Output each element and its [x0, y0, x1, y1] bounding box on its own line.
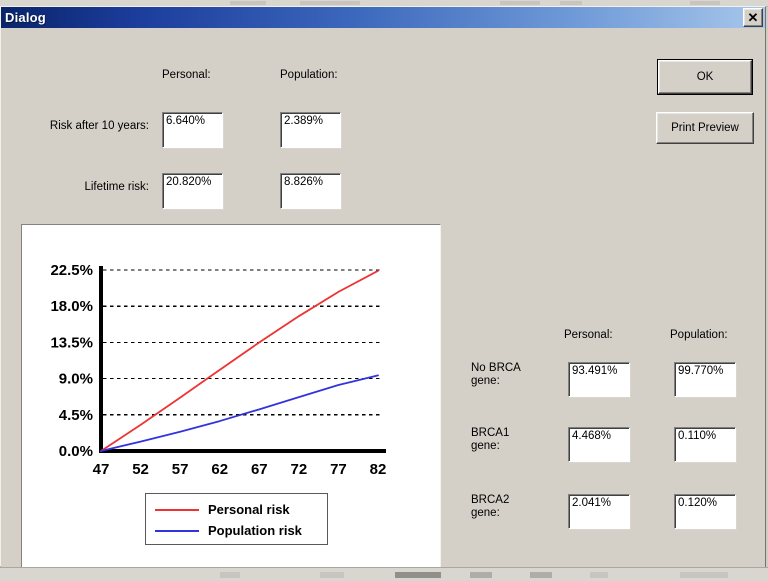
svg-text:72: 72	[291, 461, 308, 478]
gene-column-header-personal: Personal:	[564, 329, 613, 341]
svg-text:77: 77	[330, 461, 347, 478]
field-brca1-population[interactable]: 0.110%	[674, 427, 736, 462]
label-no-brca-gene-line2: gene:	[471, 375, 500, 387]
field-no-brca-personal[interactable]: 93.491%	[568, 362, 630, 397]
label-brca1-gene-line1: BRCA1	[471, 427, 510, 439]
field-risk-10y-population[interactable]: 2.389%	[280, 112, 341, 148]
dialog-client-area: Personal: Population: Risk after 10 year…	[1, 28, 765, 581]
svg-text:13.5%: 13.5%	[50, 334, 93, 351]
field-brca2-population[interactable]: 0.120%	[674, 494, 736, 529]
svg-text:0.0%: 0.0%	[59, 443, 93, 460]
svg-text:4.5%: 4.5%	[59, 407, 93, 424]
close-icon[interactable]: ✕	[743, 8, 763, 27]
risk-column-header-population: Population:	[280, 69, 338, 81]
svg-text:9.0%: 9.0%	[59, 371, 93, 388]
risk-chart-panel: 0.0% 4.5% 9.0% 13.5% 18.0% 22.5% 47 52 57 62 67 72 7…	[21, 224, 441, 581]
legend-swatch-population-risk	[155, 529, 199, 532]
svg-text:47: 47	[93, 461, 110, 478]
gene-column-header-population: Population:	[670, 329, 728, 341]
label-brca2-gene-line2: gene:	[471, 507, 500, 519]
screen: Dialog ✕ Personal: Population: Risk afte…	[0, 0, 768, 581]
risk-column-header-personal: Personal:	[162, 69, 211, 81]
legend-label-population-risk: Population risk	[208, 523, 302, 538]
legend-item-population-risk: Population risk	[146, 520, 327, 541]
field-brca2-personal[interactable]: 2.041%	[568, 494, 630, 529]
field-risk-10y-personal[interactable]: 6.640%	[162, 112, 223, 148]
window-title: Dialog	[5, 10, 46, 25]
background-window-bottom-strip	[0, 567, 768, 581]
legend-label-personal-risk: Personal risk	[208, 502, 290, 517]
field-lifetime-personal[interactable]: 20.820%	[162, 173, 223, 209]
chart-legend: Personal risk Population risk	[145, 493, 328, 545]
ok-button[interactable]: OK	[658, 60, 752, 94]
legend-swatch-personal-risk	[155, 508, 199, 511]
svg-text:82: 82	[370, 461, 387, 478]
svg-text:18.0%: 18.0%	[50, 298, 93, 315]
svg-text:22.5%: 22.5%	[50, 262, 93, 279]
label-no-brca-gene-line1: No BRCA	[471, 362, 521, 374]
svg-text:67: 67	[251, 461, 268, 478]
label-brca2-gene-line1: BRCA2	[471, 494, 510, 506]
svg-text:57: 57	[172, 461, 189, 478]
field-no-brca-population[interactable]: 99.770%	[674, 362, 736, 397]
label-risk-after-10-years: Risk after 10 years:	[49, 120, 149, 132]
print-preview-button[interactable]: Print Preview	[656, 112, 754, 144]
legend-item-personal-risk: Personal risk	[146, 499, 327, 520]
svg-text:62: 62	[211, 461, 228, 478]
field-lifetime-population[interactable]: 8.826%	[280, 173, 341, 209]
label-brca1-gene-line2: gene:	[471, 440, 500, 452]
svg-text:52: 52	[132, 461, 149, 478]
label-lifetime-risk: Lifetime risk:	[84, 181, 149, 193]
field-brca1-personal[interactable]: 4.468%	[568, 427, 630, 462]
dialog-window: Dialog ✕ Personal: Population: Risk afte…	[0, 6, 766, 581]
title-bar: Dialog ✕	[1, 7, 765, 28]
